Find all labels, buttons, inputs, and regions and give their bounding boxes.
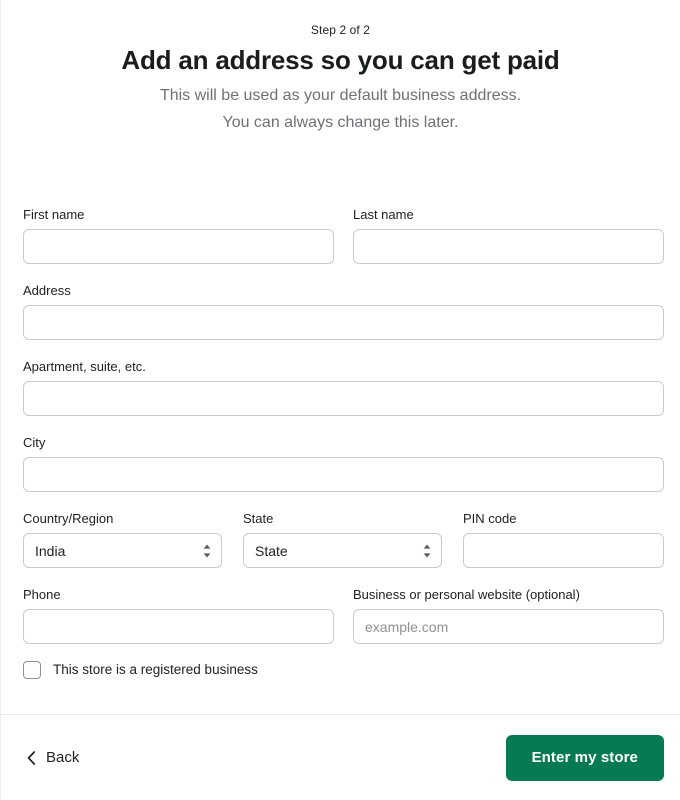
first-name-input[interactable] (23, 229, 334, 264)
address-label: Address (23, 283, 71, 298)
pin-code-input[interactable] (463, 533, 664, 568)
city-row: City (23, 434, 664, 492)
apartment-row: Apartment, suite, etc. (23, 358, 664, 416)
phone-website-row: Phone Business or personal website (opti… (23, 586, 664, 644)
pin-code-label: PIN code (463, 511, 517, 526)
page-subtitle-line-2: You can always change this later. (222, 114, 459, 131)
step-indicator: Step 2 of 2 (310, 23, 371, 37)
state-select[interactable]: State (243, 533, 442, 568)
page-title: Add an address so you can get paid (121, 45, 560, 75)
chevron-left-icon (27, 750, 36, 765)
country-select-wrapper: India (23, 533, 222, 568)
website-label: Business or personal website (optional) (353, 587, 580, 602)
city-input[interactable] (23, 457, 664, 492)
country-select[interactable]: India (23, 533, 222, 568)
phone-label: Phone (23, 587, 61, 602)
onboarding-page: Step 2 of 2 Add an address so you can ge… (0, 0, 680, 800)
country-label: Country/Region (23, 511, 114, 526)
registered-business-row: This store is a registered business (23, 661, 258, 679)
first-name-field-group: First name (23, 206, 334, 264)
apartment-field-group: Apartment, suite, etc. (23, 358, 664, 416)
state-label: State (243, 511, 274, 526)
back-button[interactable]: Back (27, 748, 79, 768)
apartment-label: Apartment, suite, etc. (23, 359, 146, 374)
country-state-pin-row: Country/Region India State State PIN cod… (23, 510, 664, 568)
address-form: First name Last name Address Apartment, … (23, 206, 664, 644)
name-row: First name Last name (23, 206, 664, 264)
last-name-field-group: Last name (353, 206, 664, 264)
address-field-group: Address (23, 282, 664, 340)
back-button-label: Back (46, 748, 80, 766)
phone-field-group: Phone (23, 586, 334, 644)
footer-bar: Back Enter my store (1, 715, 680, 800)
apartment-input[interactable] (23, 381, 664, 416)
enter-my-store-button[interactable]: Enter my store (505, 734, 664, 781)
website-input[interactable] (353, 609, 664, 644)
registered-business-label[interactable]: This store is a registered business (53, 661, 258, 679)
city-label: City (23, 435, 46, 450)
page-header: Step 2 of 2 Add an address so you can ge… (1, 0, 680, 136)
first-name-label: First name (23, 207, 85, 222)
state-select-wrapper: State (243, 533, 442, 568)
address-row: Address (23, 282, 664, 340)
city-field-group: City (23, 434, 664, 492)
last-name-label: Last name (353, 207, 414, 222)
page-subtitle-line-1: This will be used as your default busine… (159, 87, 522, 104)
state-field-group: State State (243, 510, 442, 568)
address-input[interactable] (23, 305, 664, 340)
website-field-group: Business or personal website (optional) (353, 586, 664, 644)
phone-input[interactable] (23, 609, 334, 644)
registered-business-checkbox[interactable] (23, 661, 41, 679)
country-field-group: Country/Region India (23, 510, 222, 568)
pin-code-field-group: PIN code (463, 510, 664, 568)
last-name-input[interactable] (353, 229, 664, 264)
